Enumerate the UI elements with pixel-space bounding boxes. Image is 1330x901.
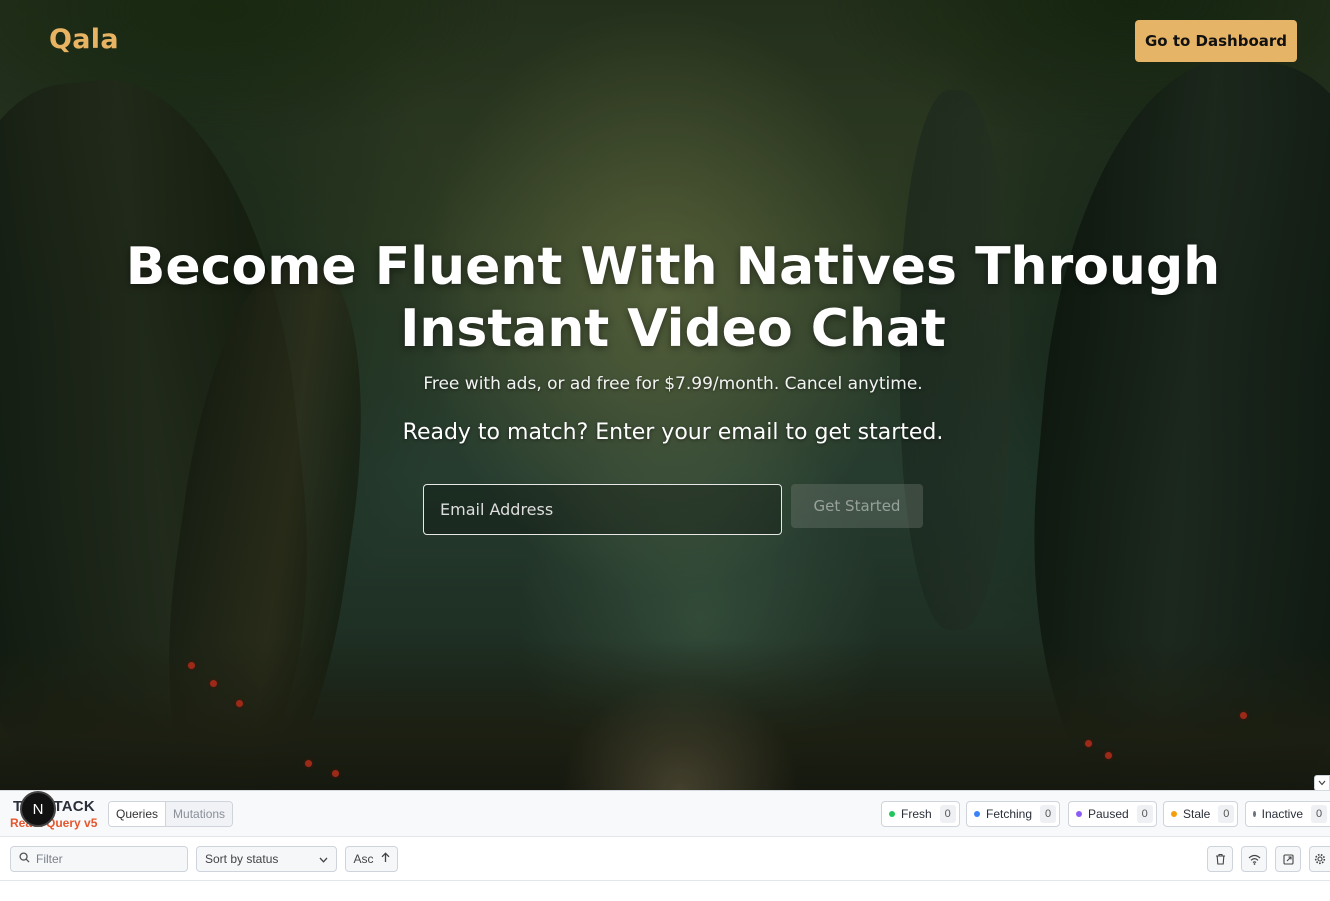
chevron-down-icon [319, 852, 328, 866]
status-label: Inactive [1261, 807, 1303, 821]
nextjs-badge[interactable]: N [20, 791, 56, 827]
sort-select[interactable]: Sort by status [196, 846, 337, 872]
status-label: Stale [1183, 807, 1211, 821]
external-window-icon [1282, 850, 1294, 869]
gear-icon [1314, 850, 1326, 869]
query-devtools-panel: TANSTACK React Query v5 N Queries Mutati… [0, 790, 1330, 901]
status-paused[interactable]: Paused 0 [1068, 801, 1157, 827]
tab-queries[interactable]: Queries [109, 802, 167, 826]
status-count: 0 [1040, 805, 1057, 823]
filter-box [10, 846, 188, 872]
status-fresh[interactable]: Fresh 0 [881, 801, 960, 827]
status-label: Fresh [901, 807, 932, 821]
hero-overlay [0, 0, 1330, 790]
go-to-dashboard-button[interactable]: Go to Dashboard [1135, 20, 1297, 62]
devtools-tab-group: Queries Mutations [108, 801, 234, 827]
get-started-button[interactable]: Get Started [791, 484, 923, 528]
status-count: 0 [1136, 805, 1153, 823]
status-stale[interactable]: Stale 0 [1163, 801, 1239, 827]
devtools-filter-bar: Sort by status Asc [0, 837, 1330, 881]
open-in-window-button[interactable] [1275, 846, 1301, 872]
status-count: 0 [939, 805, 956, 823]
devtools-toolbar: TANSTACK React Query v5 N Queries Mutati… [0, 791, 1330, 837]
signup-prompt: Ready to match? Enter your email to get … [402, 420, 944, 445]
hero-headline: Become Fluent With Natives Through Insta… [125, 237, 1221, 359]
clear-cache-button[interactable] [1207, 846, 1233, 872]
search-icon [19, 852, 30, 866]
status-inactive[interactable]: Inactive 0 [1245, 801, 1330, 827]
wifi-icon [1248, 850, 1261, 869]
status-fetching[interactable]: Fetching 0 [966, 801, 1061, 827]
pricing-text: Free with ads, or ad free for $7.99/mont… [423, 374, 923, 394]
arrow-up-icon [381, 852, 390, 866]
trash-icon [1215, 850, 1226, 869]
mock-offline-button[interactable] [1241, 846, 1267, 872]
status-dot [889, 811, 895, 817]
status-count: 0 [1218, 805, 1235, 823]
filter-input[interactable] [36, 852, 176, 866]
status-count: 0 [1311, 805, 1327, 823]
sort-order-button[interactable]: Asc [345, 846, 398, 872]
hero-background [0, 0, 1330, 790]
status-label: Paused [1088, 807, 1129, 821]
status-label: Fetching [986, 807, 1033, 821]
settings-button[interactable] [1309, 846, 1330, 872]
chevron-down-icon[interactable] [1314, 775, 1330, 791]
tab-mutations[interactable]: Mutations [166, 802, 233, 826]
brand-logo[interactable]: Qala [49, 24, 119, 55]
sort-label: Sort by status [205, 852, 279, 866]
status-dot [1171, 811, 1177, 817]
status-dot [1253, 811, 1256, 817]
sort-order-label: Asc [353, 852, 374, 866]
email-field[interactable] [423, 484, 782, 535]
status-dot [1076, 811, 1082, 817]
status-dot [974, 811, 980, 817]
